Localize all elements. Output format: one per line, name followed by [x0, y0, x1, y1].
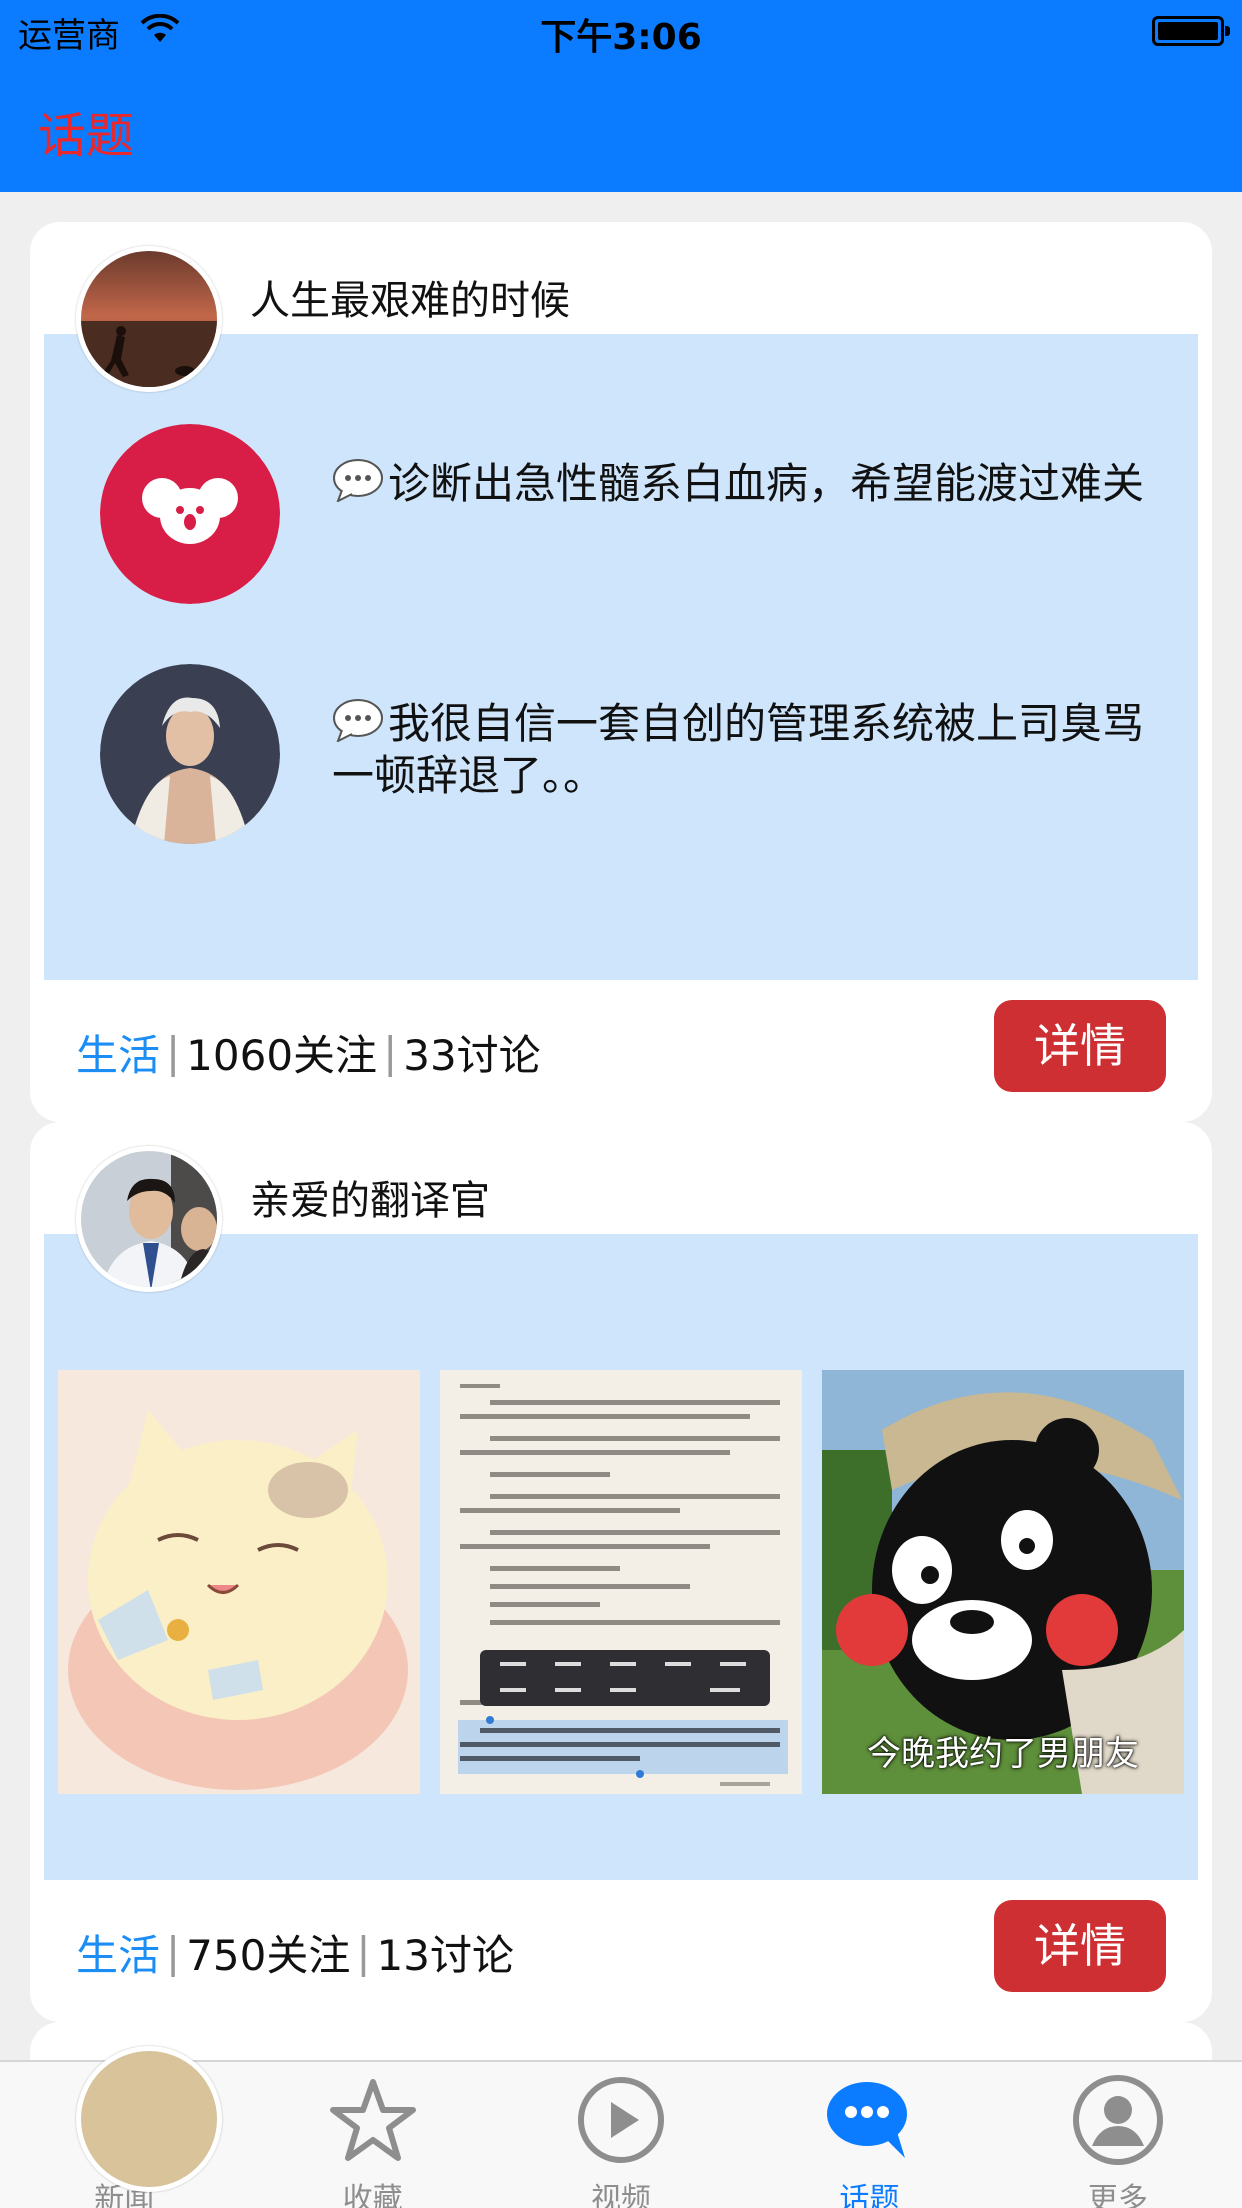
- status-time: 下午3:06: [540, 17, 702, 58]
- topic-body: 诊断出急性髓系白血病，希望能渡过难关 我很自信一套自创的管理系统被上司臭骂一顿辞…: [44, 334, 1198, 980]
- topic-title: 亲爱的翻译官: [250, 1178, 490, 1224]
- page-title: 话题: [38, 108, 135, 164]
- comment-text: 诊断出急性髓系白血病，希望能渡过难关: [388, 459, 1145, 508]
- tab-label: 话题: [839, 2182, 900, 2208]
- speech-bubble-icon: [333, 459, 383, 502]
- divider: |: [356, 1928, 371, 1977]
- status-bar: 运营商 下午3:06: [0, 0, 1242, 60]
- star-icon: [329, 2079, 416, 2161]
- topic-avatar: [76, 2046, 222, 2192]
- topic-title: 人生最艰难的时候: [250, 278, 570, 324]
- tab-favorites[interactable]: 收藏: [248, 2062, 496, 2208]
- topic-body: 今晚我约了男朋友: [44, 1234, 1198, 1880]
- tab-label: 收藏: [342, 2182, 403, 2208]
- detail-button[interactable]: 详情: [994, 1900, 1166, 1992]
- tab-video[interactable]: 视频: [497, 2062, 745, 2208]
- comment-item: 我很自信一套自创的管理系统被上司臭骂一顿辞退了。。: [100, 664, 1160, 844]
- tab-label: 视频: [591, 2182, 652, 2208]
- comment-item: 诊断出急性髓系白血病，希望能渡过难关: [100, 424, 1160, 604]
- reader-screenshot-image[interactable]: [440, 1370, 802, 1794]
- follow-count: 750关注: [186, 1931, 351, 1980]
- follow-count: 1060关注: [186, 1031, 378, 1080]
- user-icon: [1072, 2075, 1163, 2165]
- kumamon-photo-image[interactable]: 今晚我约了男朋友: [822, 1370, 1184, 1794]
- play-icon: [578, 2077, 665, 2163]
- topic-stats: 生活 | 1060关注 | 33讨论: [76, 1022, 541, 1083]
- divider: |: [383, 1028, 398, 1077]
- topic-card[interactable]: 诊断出急性髓系白血病，希望能渡过难关 我很自信一套自创的管理系统被上司臭骂一顿辞…: [30, 222, 1212, 1122]
- topic-card[interactable]: 今晚我约了男朋友 亲爱的翻译官 生活 | 750关注 | 13讨论 详情: [30, 1122, 1212, 2022]
- navigation-bar: 运营商 下午3:06 话题: [0, 0, 1242, 192]
- divider: |: [166, 1928, 181, 1977]
- speech-bubble-icon: [333, 699, 383, 742]
- discussion-count: 13讨论: [376, 1931, 514, 1980]
- topic-avatar: [76, 246, 222, 392]
- category-link[interactable]: 生活: [76, 1022, 160, 1083]
- image-caption: 今晚我约了男朋友: [867, 1734, 1139, 1774]
- tab-more[interactable]: 更多: [994, 2062, 1242, 2208]
- chat-bubble-icon: [827, 2082, 908, 2158]
- discussion-count: 33讨论: [403, 1031, 541, 1080]
- topic-stats: 生活 | 750关注 | 13讨论: [76, 1922, 514, 1983]
- koala-avatar: [100, 424, 280, 604]
- divider: |: [166, 1028, 181, 1077]
- tab-label: 更多: [1087, 2182, 1148, 2208]
- comment-text: 我很自信一套自创的管理系统被上司臭骂一顿辞退了。。: [332, 699, 1145, 800]
- tab-topics[interactable]: 话题: [745, 2062, 993, 2208]
- anime-avatar: [100, 664, 280, 844]
- category-link[interactable]: 生活: [76, 1922, 160, 1983]
- cat-illustration-image[interactable]: [58, 1370, 420, 1794]
- battery-icon: [1152, 16, 1230, 46]
- detail-button[interactable]: 详情: [994, 1000, 1166, 1092]
- topic-avatar: [76, 1146, 222, 1292]
